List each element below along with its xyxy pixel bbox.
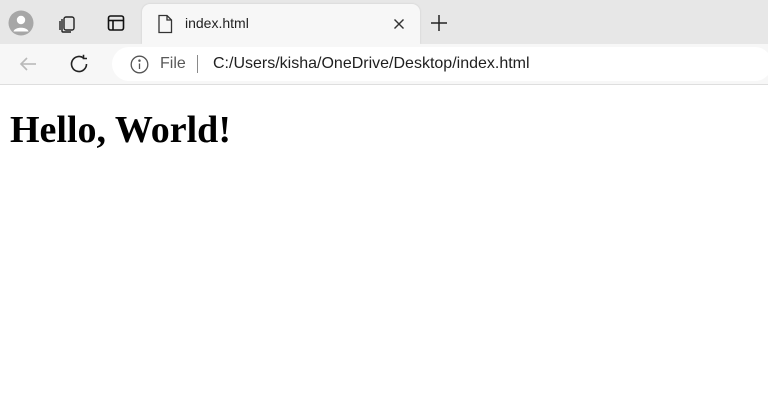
tab-active[interactable]: index.html <box>142 4 420 44</box>
toolbar: File C:/Users/kisha/OneDrive/Desktop/ind… <box>0 44 768 84</box>
browser-window: index.html File C:/Users/kisha/OneDrive/… <box>0 0 768 415</box>
address-bar[interactable]: File C:/Users/kisha/OneDrive/Desktop/ind… <box>112 47 768 81</box>
close-icon[interactable] <box>389 14 409 34</box>
back-arrow-icon <box>17 53 39 75</box>
url-text[interactable]: C:/Users/kisha/OneDrive/Desktop/index.ht… <box>213 55 530 73</box>
tab-actions-button[interactable] <box>101 8 131 38</box>
workspaces-button[interactable] <box>52 8 82 38</box>
plus-icon <box>429 13 449 33</box>
refresh-button[interactable] <box>64 49 94 79</box>
workspaces-icon <box>56 12 78 34</box>
address-separator <box>197 55 198 73</box>
profile-button[interactable] <box>6 8 36 38</box>
tab-strip: index.html <box>0 0 768 44</box>
tab-actions-icon <box>106 13 126 33</box>
new-tab-button[interactable] <box>424 8 454 38</box>
page-heading: Hello, World! <box>10 109 231 151</box>
tab-title: index.html <box>185 15 249 31</box>
url-scheme-label: File <box>160 55 186 72</box>
profile-avatar-icon <box>8 10 34 36</box>
page-content: Hello, World! <box>0 84 768 415</box>
info-icon[interactable] <box>130 55 149 74</box>
refresh-icon <box>68 53 90 75</box>
page-icon <box>156 14 174 34</box>
back-button[interactable] <box>13 49 43 79</box>
